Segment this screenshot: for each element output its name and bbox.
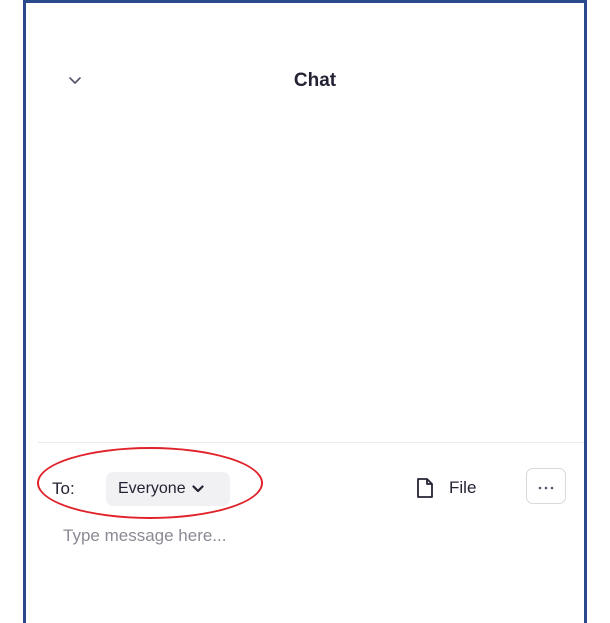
file-button[interactable]: File bbox=[414, 471, 494, 505]
chat-panel: Chat To: Everyone File bbox=[0, 0, 610, 623]
collapse-chat-button[interactable] bbox=[62, 68, 88, 94]
frame-border-left bbox=[23, 0, 26, 623]
chat-title: Chat bbox=[293, 70, 337, 91]
frame-border-right bbox=[584, 0, 587, 623]
chevron-down-icon bbox=[191, 485, 204, 493]
recipient-value: Everyone bbox=[118, 480, 186, 497]
file-label: File bbox=[449, 478, 477, 497]
to-label: To: bbox=[52, 479, 75, 498]
recipient-dropdown[interactable]: Everyone bbox=[106, 472, 230, 506]
chevron-down-icon bbox=[68, 72, 82, 90]
message-input[interactable] bbox=[63, 520, 563, 552]
more-options-button[interactable] bbox=[526, 468, 566, 504]
file-icon bbox=[414, 475, 436, 501]
frame-border-top bbox=[23, 0, 587, 3]
more-icon bbox=[538, 477, 554, 495]
composer-divider bbox=[38, 442, 584, 443]
